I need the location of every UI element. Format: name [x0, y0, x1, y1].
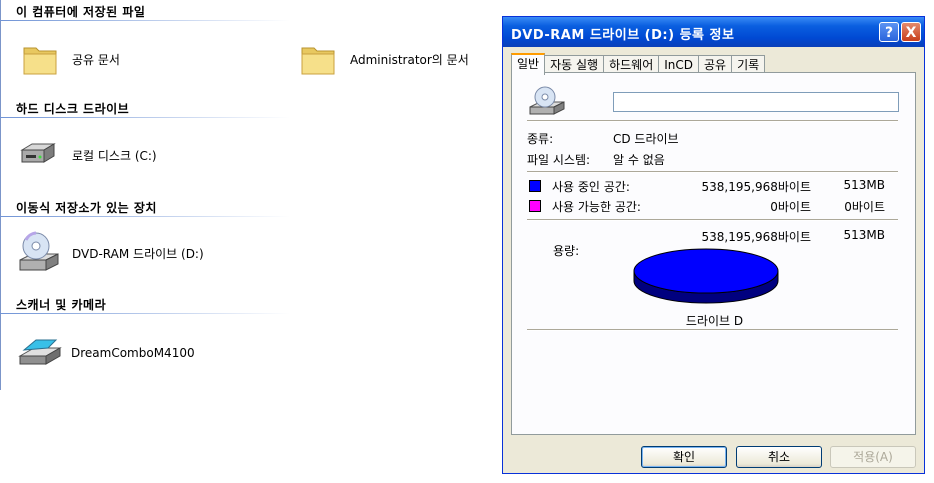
folder-icon [23, 47, 57, 75]
scanner-label: DreamComboM4100 [71, 346, 195, 360]
properties-dialog: DVD-RAM 드라이브 (D:) 등록 정보 ? X 일반 자동 실행 하드웨… [502, 16, 925, 474]
type-label: 종류: [527, 132, 554, 146]
shared-documents-item[interactable]: 공유 문서 [22, 40, 120, 78]
disk-usage-pie-chart [633, 248, 779, 304]
pane-border [0, 0, 1, 390]
divider [527, 329, 898, 331]
admin-documents-item[interactable]: Administrator의 문서 [300, 40, 469, 78]
section-title-scanners: 스캐너 및 카메라 [16, 298, 107, 312]
section-title-hard-disks: 하드 디스크 드라이브 [16, 102, 130, 116]
general-tab-panel: 종류: CD 드라이브 파일 시스템: 알 수 없음 사용 중인 공간: 538… [511, 72, 916, 435]
tab-strip: 일반 자동 실행 하드웨어 InCD 공유 기록 [511, 53, 766, 75]
dvd-drive-item[interactable]: DVD-RAM 드라이브 (D:) [18, 230, 204, 276]
section-divider [0, 20, 290, 21]
dialog-titlebar[interactable]: DVD-RAM 드라이브 (D:) 등록 정보 ? X [503, 17, 924, 47]
section-title-stored-files: 이 컴퓨터에 저장된 파일 [16, 5, 146, 19]
local-disk-item[interactable]: 로컬 디스크 (C:) [18, 140, 157, 170]
scanner-item[interactable]: DreamComboM4100 [18, 336, 195, 370]
local-disk-label: 로컬 디스크 (C:) [72, 148, 157, 163]
free-space-swatch [529, 200, 541, 212]
used-space-label: 사용 중인 공간: [552, 180, 630, 194]
scanner-icon [18, 339, 62, 365]
ok-button[interactable]: 확인 [641, 446, 727, 468]
cd-drive-icon [529, 86, 565, 115]
apply-button[interactable]: 적용(A) [830, 446, 916, 468]
type-value: CD 드라이브 [613, 132, 679, 146]
filesystem-value: 알 수 없음 [613, 153, 665, 167]
used-space-bytes: 538,195,968바이트 [701, 180, 811, 194]
divider [527, 120, 898, 122]
hard-drive-icon [20, 143, 56, 163]
dialog-title: DVD-RAM 드라이브 (D:) 등록 정보 [511, 28, 735, 43]
free-space-bytes: 0바이트 [770, 200, 811, 214]
dvd-drive-label: DVD-RAM 드라이브 (D:) [72, 246, 204, 261]
explorer-pane: 이 컴퓨터에 저장된 파일 공유 문서 Administrator의 문서 하드… [0, 0, 500, 483]
shared-documents-label: 공유 문서 [72, 52, 120, 67]
divider [527, 219, 898, 221]
capacity-bytes: 538,195,968바이트 [701, 230, 811, 244]
divider [527, 171, 898, 173]
free-space-size: 0바이트 [844, 200, 885, 214]
tab-general[interactable]: 일반 [511, 53, 546, 75]
used-space-size: 513MB [843, 178, 886, 192]
drive-caption: 드라이브 D [685, 314, 744, 328]
capacity-label: 용량: [553, 244, 580, 258]
admin-documents-label: Administrator의 문서 [350, 52, 469, 67]
cancel-button[interactable]: 취소 [736, 446, 822, 468]
section-divider [0, 216, 290, 217]
dvd-drive-icon [19, 231, 59, 271]
close-button[interactable]: X [901, 22, 921, 42]
capacity-size: 513MB [843, 228, 886, 242]
section-divider [0, 313, 290, 314]
volume-name-field[interactable] [613, 92, 899, 112]
section-title-removable: 이동식 저장소가 있는 장치 [16, 201, 157, 215]
used-space-swatch [529, 180, 541, 192]
section-divider [0, 117, 290, 118]
filesystem-label: 파일 시스템: [527, 153, 591, 167]
folder-icon [301, 47, 335, 75]
pie-slice-used [633, 248, 779, 294]
free-space-label: 사용 가능한 공간: [552, 200, 641, 214]
help-button[interactable]: ? [879, 22, 899, 42]
